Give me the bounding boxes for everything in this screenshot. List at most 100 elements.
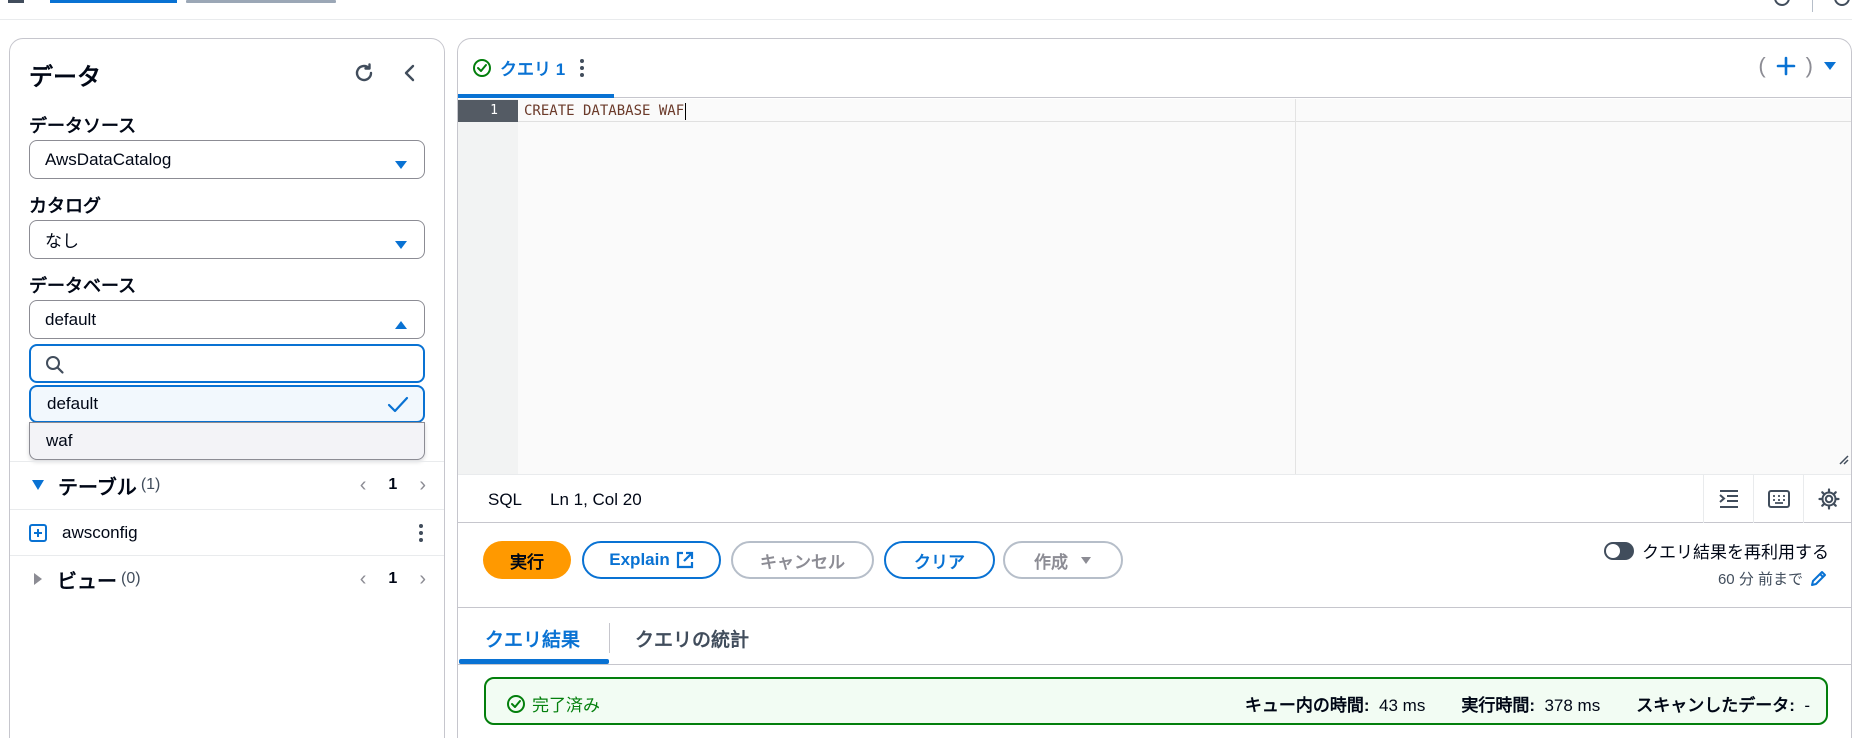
divider: [10, 555, 444, 556]
data-source-select[interactable]: AwsDataCatalog: [29, 140, 425, 179]
sql-editor[interactable]: 1 CREATE DATABASE WAF: [458, 99, 1851, 474]
database-search-input[interactable]: [29, 344, 425, 383]
status-text: 完了済み: [532, 696, 600, 715]
tab-label: クエリ 1: [500, 60, 566, 79]
success-check-icon: [472, 58, 492, 78]
code-text: CREATE DATABASE WAF: [524, 103, 685, 119]
caret-expanded-icon: [31, 479, 45, 491]
resize-handle-icon[interactable]: [1837, 452, 1849, 470]
tab-list-dropdown-icon[interactable]: [1823, 61, 1837, 71]
settings-icon[interactable]: [1834, 0, 1850, 6]
views-title: ビュー: [57, 570, 117, 593]
top-navigation: [0, 0, 1852, 20]
add-tab-icon[interactable]: [1776, 56, 1796, 76]
settings-gear-icon[interactable]: [1803, 475, 1851, 523]
prev-page-icon[interactable]: ‹: [360, 568, 367, 591]
tab-query-1[interactable]: クエリ 1: [472, 55, 585, 80]
execution-time-value: 378 ms: [1544, 696, 1601, 715]
cancel-button[interactable]: キャンセル: [731, 541, 874, 579]
reuse-age-text: 60 分 前まで: [1717, 571, 1803, 588]
execution-time-label: 実行時間:: [1461, 696, 1535, 715]
format-query-icon[interactable]: [1703, 475, 1753, 523]
next-page-icon[interactable]: ›: [419, 568, 426, 591]
data-source-value: AwsDataCatalog: [45, 149, 172, 169]
clear-label: クリア: [914, 552, 965, 572]
breadcrumb: [186, 0, 336, 3]
active-tab-indicator: [458, 94, 614, 98]
completed-status: 完了済み: [506, 691, 600, 716]
editor-status-bar: SQL Ln 1, Col 20: [458, 474, 1851, 523]
breadcrumb-link[interactable]: [50, 0, 177, 3]
keyboard-icon[interactable]: [1753, 475, 1803, 523]
database-option-waf[interactable]: waf: [29, 422, 425, 460]
tables-section-header[interactable]: テーブル (1) ‹ 1 ›: [10, 465, 444, 505]
cancel-label: キャンセル: [760, 552, 845, 572]
edit-pencil-icon[interactable]: [1809, 570, 1827, 588]
tables-pager: ‹ 1 ›: [360, 474, 426, 497]
query-tab-bar: クエリ 1 ( ): [458, 39, 1851, 98]
reuse-age: 60 分 前まで: [1718, 568, 1827, 589]
divider: [10, 461, 444, 462]
check-icon: [387, 396, 409, 419]
divider: [1812, 0, 1813, 12]
page-number[interactable]: 1: [388, 476, 397, 494]
tab-menu-icon[interactable]: [579, 58, 585, 78]
queue-time: キュー内の時間: 43 ms: [1245, 691, 1425, 716]
run-button[interactable]: 実行: [483, 541, 571, 579]
editor-tools: [1703, 475, 1851, 523]
print-margin: [1295, 99, 1296, 474]
caret-collapsed-icon: [33, 572, 43, 586]
table-row[interactable]: awsconfig: [10, 513, 444, 553]
refresh-icon[interactable]: [351, 60, 377, 86]
active-line-highlight: [518, 100, 1851, 122]
data-source-label: データソース: [29, 116, 137, 136]
execution-time: 実行時間: 378 ms: [1461, 691, 1600, 716]
caret-down-icon: [394, 235, 408, 255]
editor-gutter: [458, 99, 518, 474]
tab-query-stats[interactable]: クエリの統計: [635, 625, 749, 652]
views-count: (0): [121, 570, 141, 587]
create-label: 作成: [1034, 552, 1068, 572]
caret-up-icon: [394, 315, 408, 335]
info-icon[interactable]: [1774, 0, 1790, 6]
database-option-default[interactable]: default: [29, 385, 425, 423]
reuse-results-toggle[interactable]: クエリ結果を再利用する: [1604, 538, 1829, 563]
bracket-right: ): [1805, 53, 1813, 78]
more-options-icon[interactable]: [418, 523, 424, 548]
query-editor-panel: クエリ 1 ( ) 1 CREATE DATABASE WAF SQL Ln 1…: [457, 38, 1852, 738]
panel-title: データ: [29, 64, 101, 91]
reuse-label: クエリ結果を再利用する: [1642, 543, 1829, 562]
database-select[interactable]: default: [29, 300, 425, 339]
data-scanned-label: スキャンしたデータ:: [1636, 696, 1795, 715]
views-section-header[interactable]: ビュー (0) ‹ 1 ›: [10, 559, 444, 599]
next-page-icon[interactable]: ›: [419, 474, 426, 497]
queue-time-value: 43 ms: [1379, 696, 1426, 715]
caret-down-icon: [394, 155, 408, 175]
views-pager: ‹ 1 ›: [360, 568, 426, 591]
menu-icon[interactable]: [8, 0, 24, 3]
collapse-panel-icon[interactable]: [397, 60, 423, 86]
catalog-select[interactable]: なし: [29, 220, 425, 259]
page-number[interactable]: 1: [388, 570, 397, 588]
clear-button[interactable]: クリア: [884, 541, 995, 579]
option-label: waf: [46, 431, 73, 450]
queue-time-label: キュー内の時間:: [1244, 696, 1370, 715]
data-scanned-value: -: [1804, 696, 1810, 715]
data-scanned: スキャンしたデータ: -: [1636, 691, 1810, 716]
option-label: default: [47, 394, 99, 413]
code-line[interactable]: CREATE DATABASE WAF: [524, 100, 687, 122]
query-actions: 実行 Explain キャンセル クリア 作成 クエリ結果を再利用する 60 分…: [458, 524, 1851, 608]
explain-button[interactable]: Explain: [582, 541, 721, 579]
create-button[interactable]: 作成: [1003, 541, 1123, 579]
table-expand-icon[interactable]: [29, 524, 47, 542]
query-status-alert: 完了済み キュー内の時間: 43 ms 実行時間: 378 ms スキャンしたデ…: [484, 677, 1828, 725]
catalog-value: なし: [45, 232, 79, 251]
catalog-label: カタログ: [29, 196, 101, 216]
toggle-switch[interactable]: [1604, 541, 1634, 560]
prev-page-icon[interactable]: ‹: [360, 474, 367, 497]
bracket-left: (: [1758, 53, 1766, 78]
table-name: awsconfig: [62, 523, 138, 542]
run-label: 実行: [510, 552, 544, 572]
tab-query-results[interactable]: クエリ結果: [485, 625, 580, 652]
line-number: 1: [458, 100, 518, 122]
